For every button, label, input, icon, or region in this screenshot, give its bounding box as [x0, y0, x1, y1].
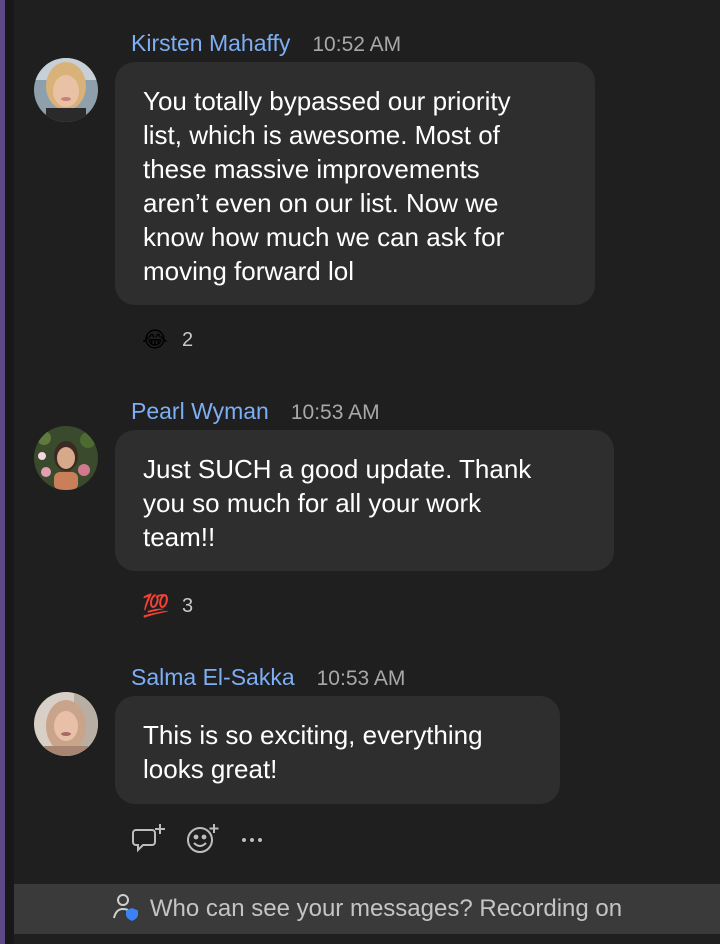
hundred-points-emoji-icon: 💯 [142, 593, 170, 618]
message-bubble[interactable]: You totally bypassed our priority list, … [115, 62, 595, 305]
reply-in-thread-icon[interactable] [132, 822, 166, 859]
user-privacy-icon [112, 892, 140, 927]
left-divider [5, 0, 14, 944]
reaction-count: 3 [182, 594, 194, 617]
message-bubble[interactable]: This is so exciting, everything looks gr… [115, 696, 560, 804]
reaction-count: 2 [182, 328, 194, 351]
recording-notice-bar[interactable]: Who can see your messages? Recording on [14, 884, 720, 934]
sender-name[interactable]: Kirsten Mahaffy [131, 30, 290, 57]
message-text: This is so exciting, everything looks gr… [143, 720, 483, 784]
message-text: You totally bypassed our priority list, … [143, 86, 511, 286]
message-time: 10:53 AM [290, 401, 380, 424]
avatar[interactable] [34, 426, 98, 490]
message-time: 10:52 AM [312, 33, 402, 56]
reaction-pill[interactable]: 😂 2 [142, 328, 193, 352]
sender-name[interactable]: Salma El-Sakka [131, 664, 295, 691]
recording-notice-text: Who can see your messages? Recording on [149, 895, 623, 922]
sender-name[interactable]: Pearl Wyman [131, 398, 269, 425]
message-header: Kirsten Mahaffy 10:52 AM [131, 30, 401, 60]
chat-pane: Kirsten Mahaffy 10:52 AM You totally byp… [14, 0, 720, 944]
add-reaction-icon[interactable] [186, 822, 220, 859]
message-text: Just SUCH a good update. Thank you so mu… [143, 454, 532, 552]
reaction-pill[interactable]: 💯 3 [142, 594, 193, 618]
message-time: 10:53 AM [316, 667, 406, 690]
message-hover-actions [132, 822, 266, 859]
avatar[interactable] [34, 58, 98, 122]
message-header: Salma El-Sakka 10:53 AM [131, 664, 405, 694]
laughing-emoji-icon: 😂 [142, 327, 168, 352]
message-bubble[interactable]: Just SUCH a good update. Thank you so mu… [115, 430, 614, 571]
footer-bottom-edge [14, 934, 720, 944]
avatar[interactable] [34, 692, 98, 756]
more-actions-icon[interactable] [240, 822, 266, 859]
message-header: Pearl Wyman 10:53 AM [131, 398, 380, 428]
